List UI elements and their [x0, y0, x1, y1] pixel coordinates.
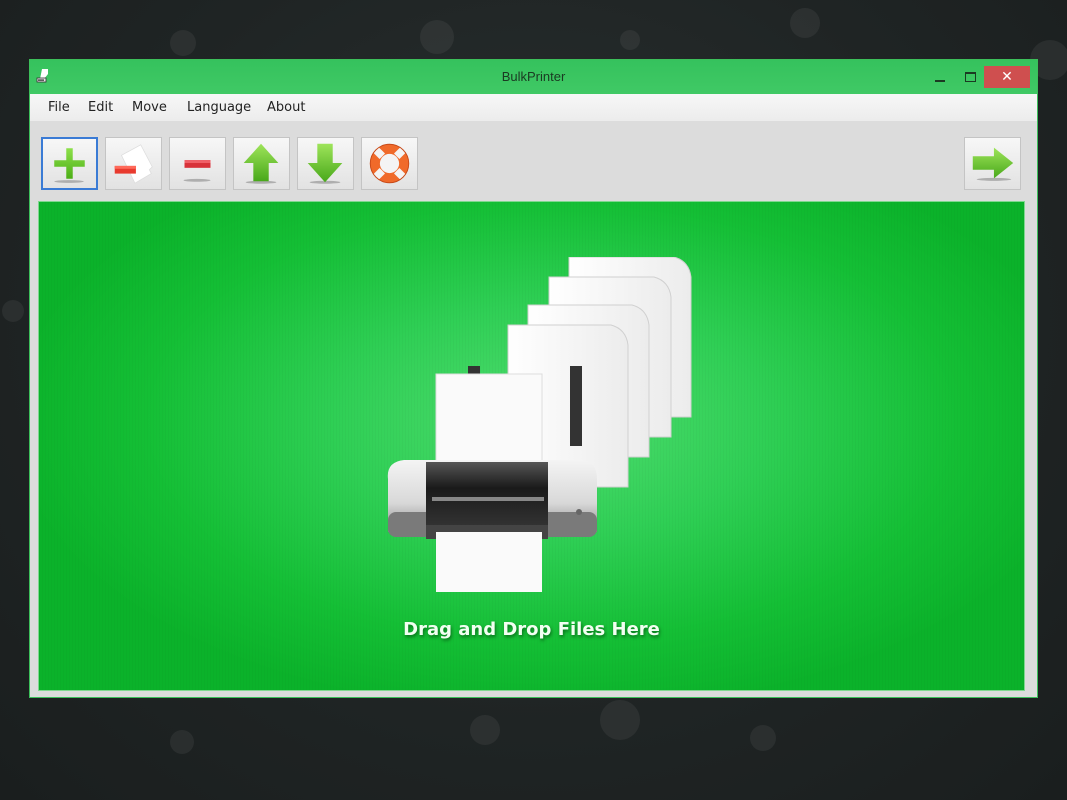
menu-edit[interactable]: Edit — [88, 100, 113, 115]
drop-zone[interactable]: Drag and Drop Files Here — [38, 201, 1025, 691]
background-bokeh — [620, 30, 640, 50]
background-bokeh — [600, 700, 640, 740]
drop-zone-label: Drag and Drop Files Here — [403, 619, 660, 640]
background-bokeh — [750, 725, 776, 751]
background-bokeh — [790, 8, 820, 38]
background-bokeh — [170, 730, 194, 754]
menu-bar: File Edit Move Language About — [30, 94, 1037, 121]
lifebuoy-icon — [369, 143, 410, 184]
minimize-icon — [935, 80, 945, 82]
title-bar[interactable]: BulkPrinter ✕ — [30, 60, 1037, 94]
close-icon: ✕ — [1001, 69, 1013, 85]
menu-about[interactable]: About — [267, 100, 305, 115]
remove-document-icon — [114, 144, 153, 184]
maximize-icon — [964, 72, 976, 82]
add-files-button[interactable] — [41, 137, 98, 190]
next-button[interactable] — [964, 137, 1021, 190]
menu-language[interactable]: Language — [187, 100, 251, 115]
menu-move[interactable]: Move — [132, 100, 167, 115]
arrow-up-icon — [243, 143, 279, 184]
background-bokeh — [170, 30, 196, 56]
app-window: BulkPrinter ✕ File Edit Move Language Ab… — [29, 59, 1038, 698]
close-button[interactable]: ✕ — [984, 66, 1030, 88]
remove-file-button[interactable] — [105, 137, 162, 190]
arrow-down-icon — [307, 143, 343, 184]
remove-button[interactable] — [169, 137, 226, 190]
plus-icon — [54, 148, 85, 183]
toolbar — [30, 121, 1037, 199]
printer-with-documents-icon — [387, 257, 692, 592]
background-bokeh — [420, 20, 454, 54]
window-title: BulkPrinter — [501, 69, 566, 84]
menu-file[interactable]: File — [48, 100, 70, 115]
minimize-button[interactable] — [926, 66, 954, 88]
help-button[interactable] — [361, 137, 418, 190]
background-bokeh — [470, 715, 500, 745]
minus-icon — [183, 160, 211, 182]
arrow-right-icon — [972, 147, 1014, 181]
move-up-button[interactable] — [233, 137, 290, 190]
background-bokeh — [2, 300, 24, 322]
move-down-button[interactable] — [297, 137, 354, 190]
maximize-button[interactable] — [956, 66, 984, 88]
